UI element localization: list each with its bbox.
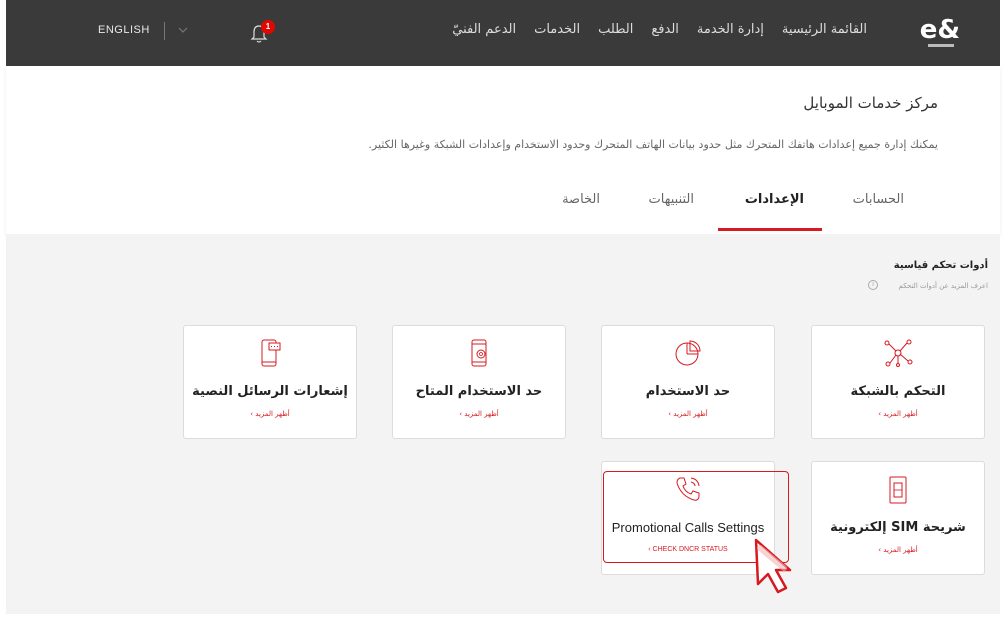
page-title: مركز خدمات الموبايل [803,94,938,112]
main-nav: القائمة الرئيسية إدارة الخدمة الدفع الطل… [443,22,876,37]
nav-order[interactable]: الطلب [589,22,642,37]
logo-text: e& [919,15,960,45]
info-icon[interactable]: i [868,280,878,290]
nav-services[interactable]: الخدمات [525,22,589,37]
show-more-link[interactable]: أظهر المزيد › [393,410,565,418]
tab-accounts[interactable]: الحسابات [853,192,904,207]
tab-settings[interactable]: الإعدادات [745,192,804,207]
language-switch[interactable]: ENGLISH [98,24,150,36]
tab-bar: الحسابات الإعدادات التنبيهات الخاصة [6,184,1000,234]
top-navigation-bar: e& القائمة الرئيسية إدارة الخدمة الدفع ا… [6,0,1000,66]
network-icon [884,339,913,367]
divider [164,22,165,40]
tab-notifications[interactable]: التنبيهات [649,192,694,207]
card-sms-notifications[interactable]: إشعارات الرسائل النصية أظهر المزيد › [183,325,357,439]
nav-payment[interactable]: الدفع [642,22,688,37]
active-tab-indicator [718,228,822,231]
card-title: حد الاستخدام المتاح [415,384,543,399]
sim-card-icon [889,476,907,504]
section-title: أدوات تحكم قياسية [893,260,988,271]
card-usage-limit[interactable]: حد الاستخدام أظهر المزيد › [601,325,775,439]
nav-home[interactable]: القائمة الرئيسية [773,22,876,37]
notifications-button[interactable]: 1 [250,20,275,46]
card-title: شريحة SIM إلكترونية [830,520,966,535]
show-more-link[interactable]: أظهر المزيد › [812,410,984,418]
pointer-cursor-icon [754,538,792,594]
card-title: التحكم بالشبكة [850,384,946,399]
card-title: إشعارات الرسائل النصية [192,384,348,399]
phone-at-icon [471,339,487,367]
show-more-link[interactable]: أظهر المزيد › [602,410,774,418]
card-title: حد الاستخدام [645,384,731,399]
pie-chart-icon [675,340,701,366]
card-available-usage-limit[interactable]: حد الاستخدام المتاح أظهر المزيد › [392,325,566,439]
brand-logo[interactable]: e& [914,15,960,54]
tab-special[interactable]: الخاصة [562,192,600,207]
nav-service-management[interactable]: إدارة الخدمة [688,22,773,37]
nav-support[interactable]: الدعم الفنيّ [443,22,525,37]
logo-subtext-bar [928,44,954,47]
show-more-link[interactable]: أظهر المزيد › [184,410,356,418]
show-more-link[interactable]: أظهر المزيد › [812,546,984,554]
card-network-control[interactable]: التحكم بالشبكة أظهر المزيد › [811,325,985,439]
learn-more-link[interactable]: اعرف المزيد عن أدوات التحكم [899,282,988,290]
card-esim[interactable]: شريحة SIM إلكترونية أظهر المزيد › [811,461,985,575]
phone-sms-icon [261,339,281,367]
notification-badge: 1 [261,20,275,34]
page-subtitle: يمكنك إدارة جميع إعدادات هاتفك المتحرك م… [368,138,938,151]
chevron-down-icon[interactable] [178,26,188,34]
page-header: مركز خدمات الموبايل يمكنك إدارة جميع إعد… [6,66,1000,234]
